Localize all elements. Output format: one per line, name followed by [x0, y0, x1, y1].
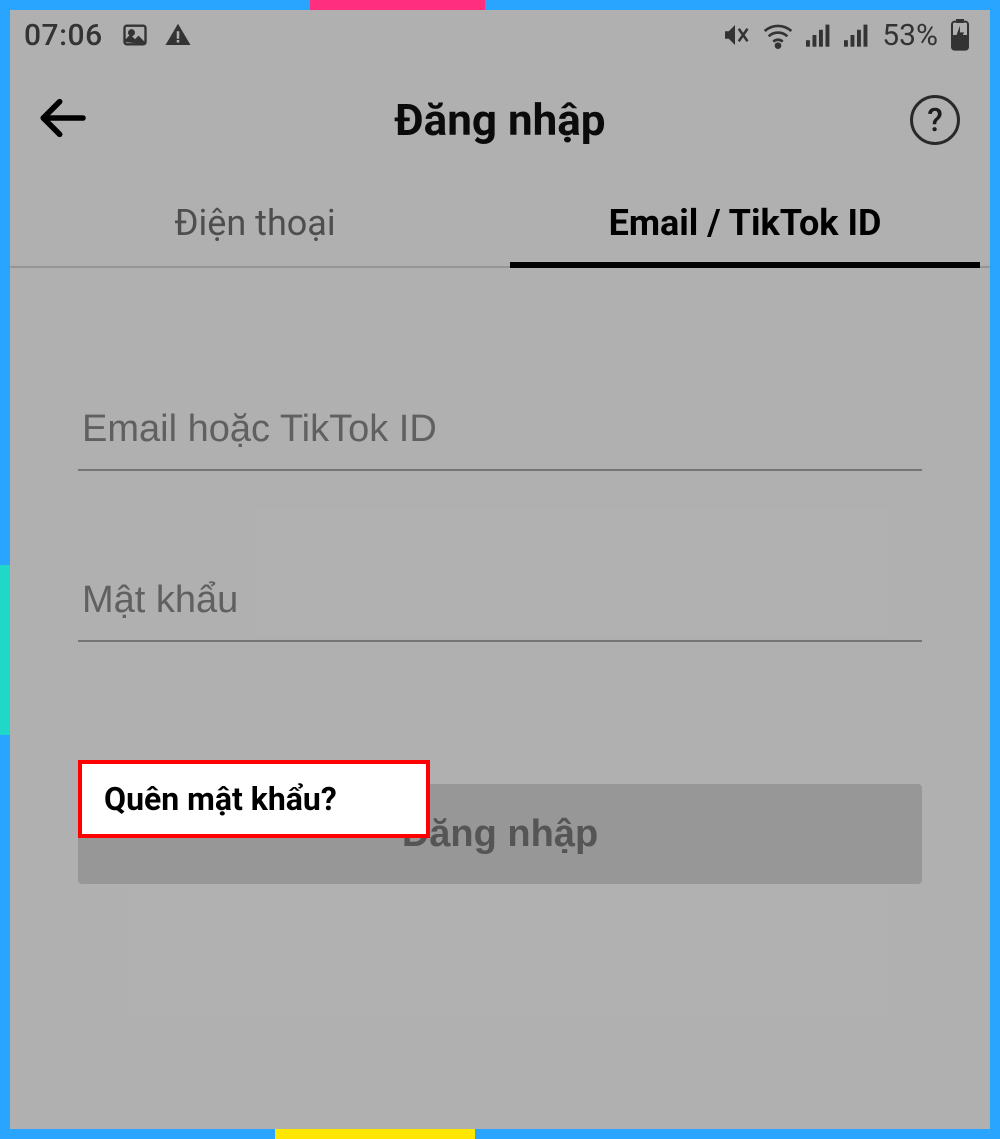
tab-label: Email / TikTok ID — [609, 202, 882, 244]
tab-phone[interactable]: Điện thoại — [10, 180, 500, 266]
app-header: Đăng nhập ? — [10, 60, 990, 180]
border-seg — [0, 0, 310, 10]
email-field[interactable] — [78, 408, 922, 471]
battery-text: 53% — [882, 18, 938, 53]
password-field[interactable] — [78, 579, 922, 642]
border-seg — [275, 1129, 475, 1139]
help-button[interactable]: ? — [910, 95, 960, 145]
border-seg — [0, 0, 10, 565]
forgot-password-area — [78, 642, 922, 760]
page-title: Đăng nhập — [394, 94, 605, 146]
question-icon: ? — [927, 101, 943, 139]
status-bar: 07:06 — [10, 10, 990, 60]
border-seg — [475, 1129, 1000, 1139]
status-clock: 07:06 — [24, 18, 103, 53]
border-seg — [485, 0, 1000, 10]
border-seg — [0, 1129, 275, 1139]
signal-icon — [806, 23, 832, 47]
forgot-password-label: Quên mật khẩu? — [104, 780, 337, 818]
tab-label: Điện thoại — [174, 202, 335, 244]
image-icon — [121, 21, 149, 49]
login-tabs: Điện thoại Email / TikTok ID — [10, 180, 990, 268]
tab-email[interactable]: Email / TikTok ID — [500, 180, 990, 266]
vibrate-mute-icon — [720, 20, 750, 50]
warning-icon — [163, 20, 193, 50]
border-seg — [0, 735, 10, 1139]
wifi-icon — [762, 21, 794, 49]
border-seg — [0, 565, 10, 735]
border-seg — [310, 0, 485, 10]
forgot-password-link[interactable]: Quên mật khẩu? — [78, 760, 430, 838]
border-seg — [990, 0, 1000, 1139]
battery-charging-icon — [950, 19, 970, 51]
back-button[interactable] — [34, 90, 90, 150]
tutorial-frame: 07:06 — [0, 0, 1000, 1139]
signal-icon — [844, 23, 870, 47]
phone-screen: 07:06 — [10, 10, 990, 1129]
